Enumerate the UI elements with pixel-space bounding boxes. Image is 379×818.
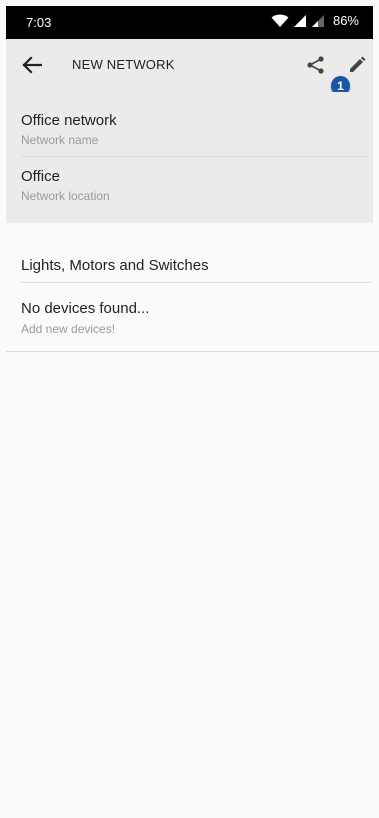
- divider: [21, 156, 368, 157]
- empty-devices-subtitle: Add new devices!: [21, 322, 116, 336]
- signal-icon: [293, 14, 307, 28]
- network-info-card: Office network Network name Office Netwo…: [6, 92, 373, 223]
- divider: [21, 282, 371, 283]
- network-name-label: Network name: [21, 133, 99, 147]
- network-location-item[interactable]: Office Network location: [21, 168, 368, 203]
- status-icons: 86%: [271, 13, 359, 28]
- battery-level: 86%: [332, 13, 359, 28]
- wifi-icon: [271, 14, 289, 28]
- status-time: 7:03: [26, 15, 52, 30]
- network-location-label: Network location: [21, 189, 110, 203]
- network-name-value: Office network: [21, 112, 117, 129]
- devices-section-title: Lights, Motors and Switches: [21, 257, 209, 274]
- back-arrow-icon[interactable]: [20, 53, 44, 77]
- edit-pencil-icon[interactable]: [345, 53, 369, 77]
- network-name-item[interactable]: Office network Network name: [21, 112, 368, 147]
- page-title: NEW NETWORK: [72, 57, 175, 72]
- app-toolbar: NEW NETWORK: [6, 39, 373, 92]
- share-icon[interactable]: [304, 53, 328, 77]
- app-screen: 7:03 86% NEW NETWORK 1 Office network Ne…: [0, 0, 379, 818]
- status-bar: 7:03 86%: [6, 6, 373, 39]
- signal-weak-icon: [311, 14, 325, 28]
- divider: [6, 351, 379, 352]
- empty-devices-item[interactable]: No devices found... Add new devices!: [21, 300, 371, 336]
- empty-devices-title: No devices found...: [21, 300, 150, 317]
- network-location-value: Office: [21, 168, 60, 185]
